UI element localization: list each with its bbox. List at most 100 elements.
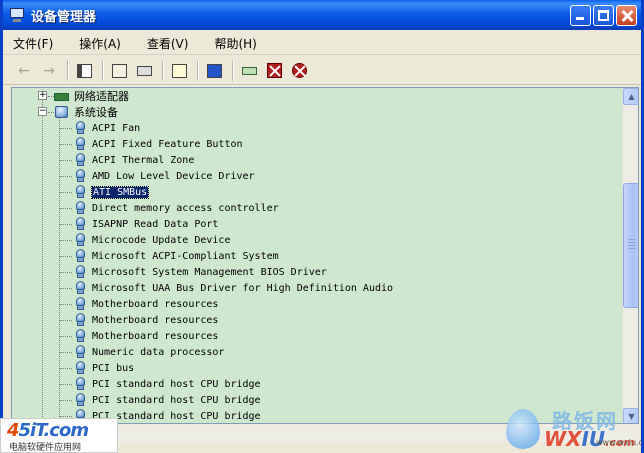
disable-device-icon: [266, 63, 282, 78]
device-label: AMD Low Level Device Driver: [92, 170, 255, 182]
toolbar: ← →: [3, 57, 641, 85]
device-manager-window: 设备管理器 文件(F) 操作(A) 查看(V) 帮助(H) ← → + 网络适配…: [0, 0, 644, 453]
device-icon: [74, 153, 86, 167]
uninstall-device-button[interactable]: [288, 60, 310, 82]
device-item[interactable]: PCI standard host CPU bridge: [60, 392, 261, 408]
category-label: 系统设备: [74, 106, 118, 119]
menu-action[interactable]: 操作(A): [77, 33, 123, 54]
device-label: Microsoft ACPI-Compliant System: [92, 250, 279, 262]
menu-file[interactable]: 文件(F): [11, 33, 55, 54]
minimize-button[interactable]: [570, 5, 591, 26]
watermark-brand: 45iT.com: [7, 420, 89, 441]
device-item[interactable]: Microsoft System Management BIOS Driver: [60, 264, 327, 280]
device-label: Direct memory access controller: [92, 202, 279, 214]
device-icon: [74, 281, 86, 295]
toolbar-separator: [102, 60, 104, 81]
device-icon: [74, 393, 86, 407]
watermark-url: www.wxiu.com: [596, 438, 644, 447]
device-label: PCI bus: [92, 362, 135, 374]
minimize-icon: [576, 17, 584, 20]
update-driver-icon: [241, 66, 257, 75]
forward-button[interactable]: →: [38, 60, 60, 82]
device-tree-pane: + 网络适配器 − 系统设备 ACPI Fan ACPI Fixed Featu…: [11, 87, 639, 424]
print-icon: [136, 65, 152, 76]
device-icon: [74, 121, 86, 135]
device-label: Microsoft UAA Bus Driver for High Defini…: [92, 282, 394, 294]
maximize-button[interactable]: [593, 5, 614, 26]
device-item[interactable]: Motherboard resources: [60, 312, 218, 328]
toolbar-separator: [232, 60, 234, 81]
toolbar-separator: [67, 60, 69, 81]
help-button[interactable]: [168, 60, 190, 82]
scroll-up-button[interactable]: ▲: [623, 88, 638, 105]
forward-icon: →: [43, 62, 55, 79]
category-label: 网络适配器: [74, 90, 129, 103]
device-item[interactable]: AMD Low Level Device Driver: [60, 168, 255, 184]
scan-hardware-icon: [206, 63, 222, 78]
device-manager-icon: [9, 7, 25, 23]
device-item-selected[interactable]: ATI SMBus: [60, 184, 150, 200]
device-item[interactable]: ISAPNP Read Data Port: [60, 216, 218, 232]
back-button[interactable]: ←: [13, 60, 35, 82]
network-adapter-icon: [54, 90, 70, 103]
update-driver-button[interactable]: [238, 60, 260, 82]
device-item[interactable]: ACPI Fan: [60, 120, 140, 136]
menu-view[interactable]: 查看(V): [145, 33, 191, 54]
close-button[interactable]: [616, 5, 637, 26]
toolbar-separator: [197, 60, 199, 81]
device-item[interactable]: Microsoft ACPI-Compliant System: [60, 248, 279, 264]
device-icon: [74, 377, 86, 391]
maximize-icon: [598, 10, 609, 21]
device-label: ACPI Thermal Zone: [92, 154, 195, 166]
device-icon: [74, 313, 86, 327]
expand-icon[interactable]: +: [38, 91, 47, 100]
device-icon: [74, 137, 86, 151]
back-icon: ←: [18, 62, 30, 79]
water-drop-icon: [506, 409, 540, 449]
tree-category-system-devices[interactable]: − 系统设备: [36, 104, 118, 120]
computer-icon: [54, 105, 70, 119]
device-item[interactable]: ACPI Thermal Zone: [60, 152, 194, 168]
menu-help[interactable]: 帮助(H): [212, 33, 258, 54]
title-bar[interactable]: 设备管理器: [3, 0, 641, 30]
device-label: PCI standard host CPU bridge: [92, 394, 261, 406]
toolbar-separator: [162, 60, 164, 81]
watermark-logo-wxiu: 路饭网 WXIU.com www.wxiu.com: [500, 405, 644, 453]
uninstall-device-icon: [291, 63, 307, 78]
device-item[interactable]: PCI bus: [60, 360, 134, 376]
device-label: Microsoft System Management BIOS Driver: [92, 266, 327, 278]
device-label: ATI SMBus: [90, 185, 150, 199]
device-item[interactable]: Motherboard resources: [60, 328, 218, 344]
device-label: Numeric data processor: [92, 346, 225, 358]
device-icon: [74, 361, 86, 375]
watermark-subtitle: 电脑软硬件应用网: [9, 443, 82, 453]
device-tree: + 网络适配器 − 系统设备 ACPI Fan ACPI Fixed Featu…: [12, 88, 622, 423]
device-icon: [74, 169, 86, 183]
device-item[interactable]: Direct memory access controller: [60, 200, 279, 216]
menu-bar: 文件(F) 操作(A) 查看(V) 帮助(H): [3, 33, 641, 55]
device-label: ACPI Fixed Feature Button: [92, 138, 243, 150]
scrollbar-thumb[interactable]: [623, 183, 638, 308]
device-label: Motherboard resources: [92, 314, 219, 326]
print-button[interactable]: [133, 60, 155, 82]
properties-icon: [111, 63, 127, 78]
collapse-icon[interactable]: −: [38, 107, 47, 116]
vertical-scrollbar[interactable]: ▲ ▼: [622, 88, 638, 423]
device-item[interactable]: Numeric data processor: [60, 344, 224, 360]
show-hide-tree-button[interactable]: [73, 60, 95, 82]
device-item[interactable]: Microcode Update Device: [60, 232, 230, 248]
tree-category-network-adapters[interactable]: + 网络适配器: [36, 88, 129, 104]
device-label: Microcode Update Device: [92, 234, 231, 246]
scan-hardware-button[interactable]: [203, 60, 225, 82]
device-item[interactable]: ACPI Fixed Feature Button: [60, 136, 243, 152]
device-item[interactable]: Motherboard resources: [60, 296, 218, 312]
device-icon: [74, 217, 86, 231]
disable-device-button[interactable]: [263, 60, 285, 82]
properties-button[interactable]: [108, 60, 130, 82]
show-hide-tree-icon: [76, 63, 92, 78]
device-item[interactable]: Microsoft UAA Bus Driver for High Defini…: [60, 280, 393, 296]
device-icon: [74, 185, 86, 199]
device-label: Motherboard resources: [92, 330, 219, 342]
device-item[interactable]: PCI standard host CPU bridge: [60, 376, 261, 392]
device-label: ISAPNP Read Data Port: [92, 218, 219, 230]
